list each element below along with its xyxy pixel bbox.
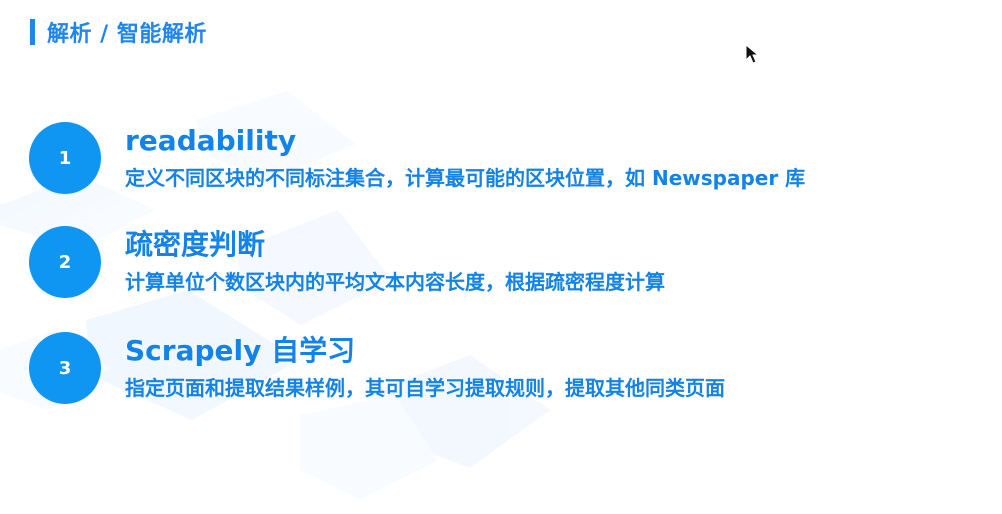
feature-text: readability 定义不同区块的不同标注集合，计算最可能的区块位置，如 N… — [125, 122, 965, 194]
feature-title: Scrapely 自学习 — [125, 334, 356, 367]
feature-description: 定义不同区块的不同标注集合，计算最可能的区块位置，如 Newspaper 库 — [125, 166, 806, 190]
header-accent-bar — [30, 19, 35, 45]
number-badge: 3 — [29, 332, 101, 404]
feature-item: 3 Scrapely 自学习 指定页面和提取结果样例，其可自学习提取规则，提取其… — [27, 328, 967, 406]
feature-title: 疏密度判断 — [125, 228, 266, 261]
mouse-pointer-icon — [745, 44, 759, 64]
feature-title: readability — [125, 124, 297, 157]
number-badge: 1 — [29, 122, 101, 194]
page-title: 解析 / 智能解析 — [47, 22, 207, 47]
feature-description: 指定页面和提取结果样例，其可自学习提取规则，提取其他同类页面 — [125, 376, 725, 400]
feature-text: Scrapely 自学习 指定页面和提取结果样例，其可自学习提取规则，提取其他同… — [125, 332, 965, 404]
feature-description: 计算单位个数区块内的平均文本内容长度，根据疏密程度计算 — [125, 270, 665, 294]
feature-item: 1 readability 定义不同区块的不同标注集合，计算最可能的区块位置，如… — [27, 118, 967, 196]
feature-text: 疏密度判断 计算单位个数区块内的平均文本内容长度，根据疏密程度计算 — [125, 226, 965, 298]
number-badge: 2 — [29, 226, 101, 298]
page-header: 解析 / 智能解析 — [30, 17, 207, 47]
feature-item: 2 疏密度判断 计算单位个数区块内的平均文本内容长度，根据疏密程度计算 — [27, 222, 967, 300]
slide: 解析 / 智能解析 1 readability 定义不同区块的不同标注集合，计算… — [0, 0, 1002, 514]
